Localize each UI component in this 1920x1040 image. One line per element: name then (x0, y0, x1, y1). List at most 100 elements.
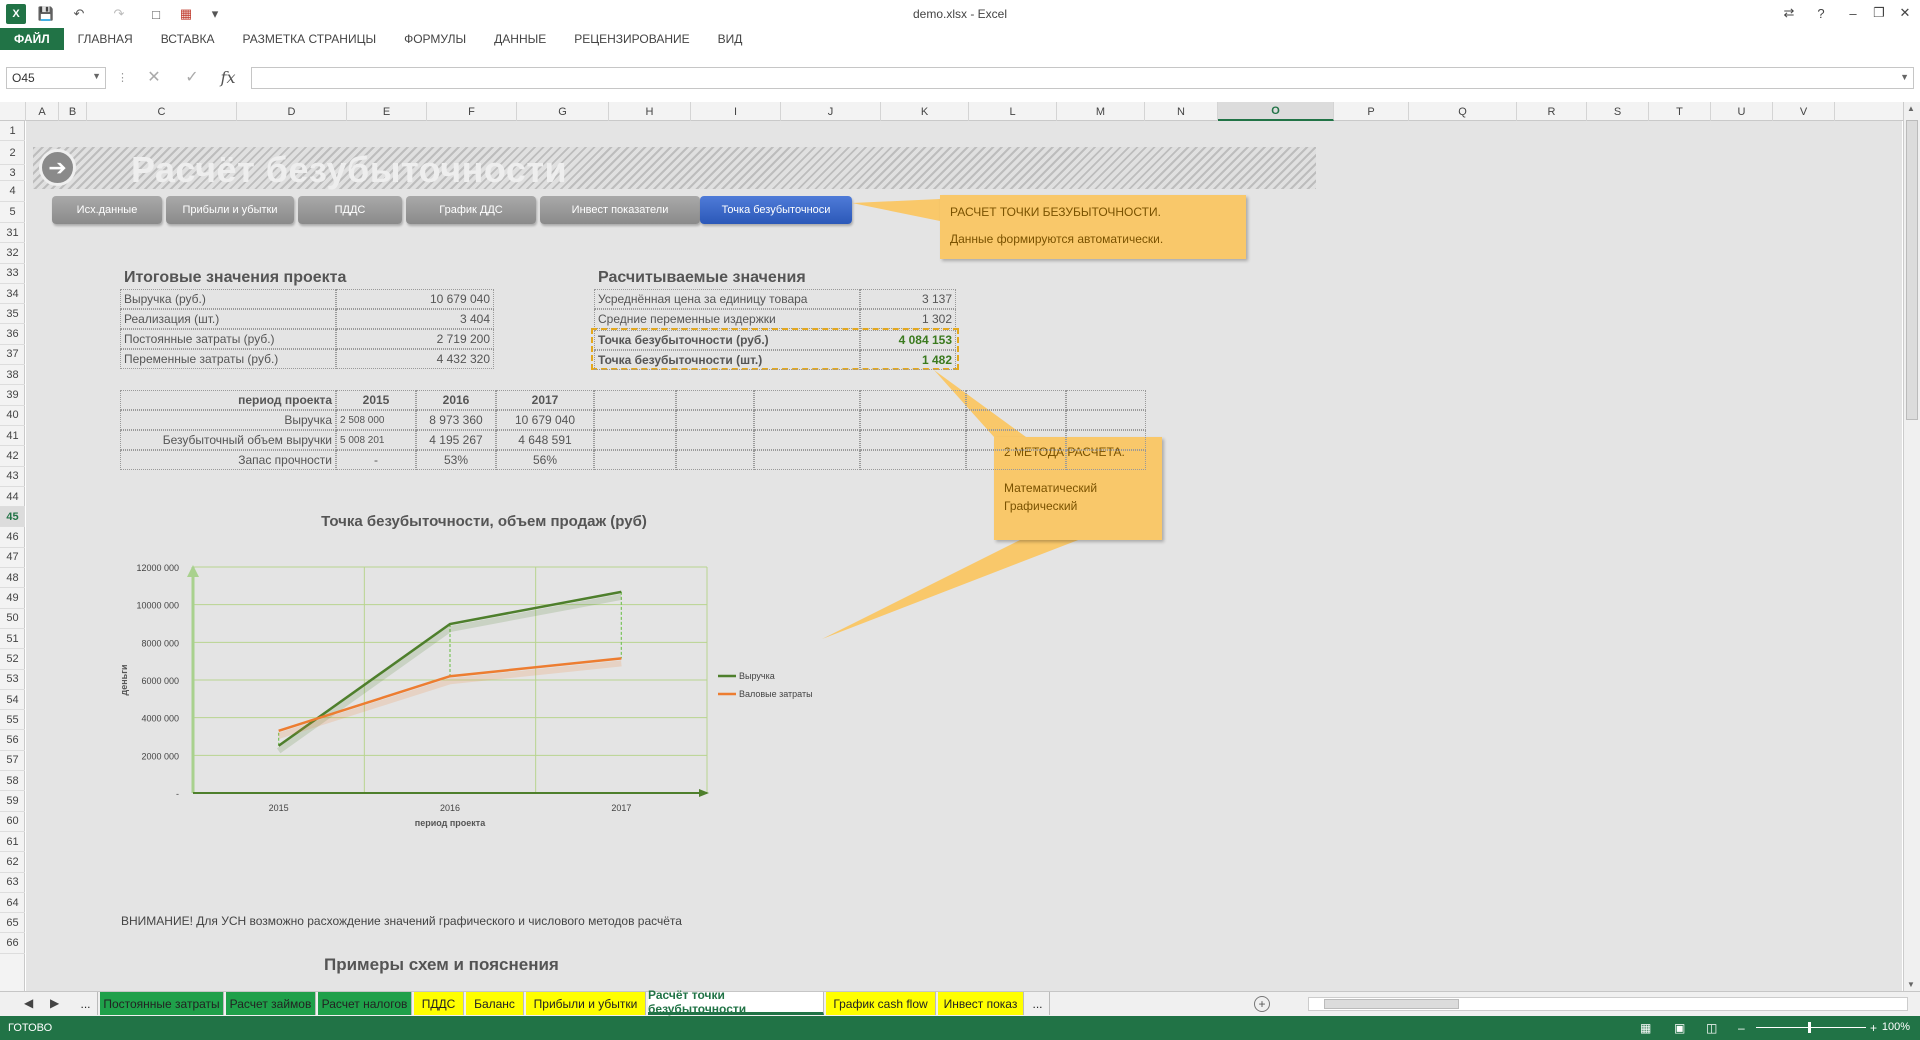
sheet-tab[interactable]: График cash flow (826, 992, 936, 1015)
enter-icon[interactable]: ✓ (180, 66, 204, 88)
summary-label[interactable]: Реализация (шт.) (120, 309, 336, 329)
row-header-58[interactable]: 58 (0, 771, 25, 792)
sheet-next-icon[interactable]: ▶ (50, 996, 59, 1010)
period-row-value[interactable]: 4 195 267 (416, 430, 496, 450)
breakeven-units-label[interactable]: Точка безубыточности (шт.) (594, 350, 860, 370)
sheet-tab[interactable]: ... (1026, 992, 1050, 1015)
empty-cell[interactable] (1066, 410, 1146, 430)
sheet-tab[interactable]: Инвест показ (938, 992, 1024, 1015)
period-row-value[interactable]: 56% (496, 450, 594, 470)
row-header-54[interactable]: 54 (0, 690, 25, 711)
period-row-value[interactable]: 5 008 201 (336, 430, 416, 450)
nav-button-source-data[interactable]: Исх.данные (52, 196, 162, 224)
row-header-36[interactable]: 36 (0, 325, 25, 345)
sheet-tab[interactable]: ПДДС (414, 992, 464, 1015)
empty-cell[interactable] (754, 390, 860, 410)
period-header-year[interactable]: 2015 (336, 390, 416, 410)
period-row-label[interactable]: Безубыточный объем выручки (120, 430, 336, 450)
row-header-35[interactable]: 35 (0, 304, 25, 325)
row-header-41[interactable]: 41 (0, 426, 25, 447)
zoom-slider[interactable] (1756, 1027, 1866, 1028)
row-header-42[interactable]: 42 (0, 446, 25, 467)
sheet-tab[interactable]: ... (74, 992, 98, 1015)
normal-view-icon[interactable]: ▦ (1640, 1021, 1651, 1035)
row-header-39[interactable]: 39 (0, 385, 25, 406)
zoom-out-icon[interactable]: – (1738, 1021, 1745, 1035)
zoom-slider-thumb[interactable] (1808, 1022, 1811, 1033)
column-header-d[interactable]: D (237, 102, 347, 121)
summary-label[interactable]: Выручка (руб.) (120, 289, 336, 309)
row-header-66[interactable]: 66 (0, 934, 25, 954)
tab-view[interactable]: ВИД (704, 28, 757, 50)
tab-home[interactable]: ГЛАВНАЯ (64, 28, 147, 50)
column-header-p[interactable]: P (1334, 102, 1409, 121)
row-header-62[interactable]: 62 (0, 852, 25, 873)
insert-function-button[interactable]: fx (216, 66, 240, 88)
row-header-59[interactable]: 59 (0, 791, 25, 812)
calculated-value[interactable]: 3 137 (860, 289, 956, 309)
empty-cell[interactable] (754, 430, 860, 450)
row-header-44[interactable]: 44 (0, 487, 25, 508)
row-header-33[interactable]: 33 (0, 264, 25, 284)
column-header-e[interactable]: E (347, 102, 427, 121)
help-icon[interactable]: ? (1808, 3, 1834, 23)
breakeven-rub-label[interactable]: Точка безубыточности (руб.) (594, 330, 860, 350)
period-row-value[interactable]: 10 679 040 (496, 410, 594, 430)
column-header-b[interactable]: B (59, 102, 87, 121)
row-header-60[interactable]: 60 (0, 812, 25, 832)
column-header-g[interactable]: G (517, 102, 609, 121)
nav-button-cash-flow-chart[interactable]: График ДДС (406, 196, 536, 224)
breakeven-units-value[interactable]: 1 482 (860, 350, 956, 370)
column-header-o[interactable]: O (1218, 102, 1334, 121)
column-header-j[interactable]: J (781, 102, 881, 121)
sheet-tab[interactable]: Баланс (466, 992, 524, 1015)
empty-cell[interactable] (860, 430, 966, 450)
column-header-k[interactable]: K (881, 102, 969, 121)
horizontal-scrollbar[interactable] (1308, 997, 1908, 1011)
restore-ribbon-icon[interactable]: ⇄ (1776, 3, 1802, 23)
row-header-55[interactable]: 55 (0, 710, 25, 731)
period-row-label[interactable]: Выручка (120, 410, 336, 430)
empty-cell[interactable] (594, 410, 676, 430)
tab-formulas[interactable]: ФОРМУЛЫ (390, 28, 480, 50)
empty-cell[interactable] (966, 390, 1066, 410)
formula-input[interactable]: ▼ (251, 67, 1914, 89)
maximize-button[interactable]: ❐ (1866, 3, 1892, 23)
empty-cell[interactable] (1066, 450, 1146, 470)
back-arrow-icon[interactable]: ➔ (39, 149, 76, 186)
empty-cell[interactable] (676, 450, 754, 470)
scroll-down-icon[interactable]: ▼ (1907, 980, 1915, 989)
breakeven-rub-value[interactable]: 4 084 153 (860, 330, 956, 350)
row-header-46[interactable]: 46 (0, 528, 25, 548)
column-header-l[interactable]: L (969, 102, 1057, 121)
row-header-38[interactable]: 38 (0, 365, 25, 386)
empty-cell[interactable] (754, 410, 860, 430)
row-header-57[interactable]: 57 (0, 751, 25, 772)
row-header-64[interactable]: 64 (0, 893, 25, 914)
empty-cell[interactable] (676, 410, 754, 430)
column-header-c[interactable]: C (87, 102, 237, 121)
zoom-level[interactable]: 100% (1882, 1021, 1910, 1033)
period-row-value[interactable]: 2 508 000 (336, 410, 416, 430)
empty-cell[interactable] (966, 430, 1066, 450)
column-header-h[interactable]: H (609, 102, 691, 121)
tab-page-layout[interactable]: РАЗМЕТКА СТРАНИЦЫ (229, 28, 391, 50)
empty-cell[interactable] (754, 450, 860, 470)
nav-button-investment[interactable]: Инвест показатели (540, 196, 700, 224)
period-row-value[interactable]: - (336, 450, 416, 470)
row-header-3[interactable]: 3 (0, 165, 25, 181)
page-break-view-icon[interactable]: ◫ (1706, 1021, 1717, 1035)
row-header-47[interactable]: 47 (0, 548, 25, 569)
row-header-40[interactable]: 40 (0, 406, 25, 426)
period-header-label[interactable]: период проекта (120, 390, 336, 410)
summary-value[interactable]: 10 679 040 (336, 289, 494, 309)
row-header-63[interactable]: 63 (0, 873, 25, 893)
row-header-4[interactable]: 4 (0, 181, 25, 202)
column-header-t[interactable]: T (1649, 102, 1711, 121)
column-header-f[interactable]: F (427, 102, 517, 121)
column-header-q[interactable]: Q (1409, 102, 1517, 121)
row-header-51[interactable]: 51 (0, 629, 25, 650)
empty-cell[interactable] (594, 450, 676, 470)
calculated-label[interactable]: Усреднённая цена за единицу товара (594, 289, 860, 309)
calculated-label[interactable]: Средние переменные издержки (594, 309, 860, 329)
